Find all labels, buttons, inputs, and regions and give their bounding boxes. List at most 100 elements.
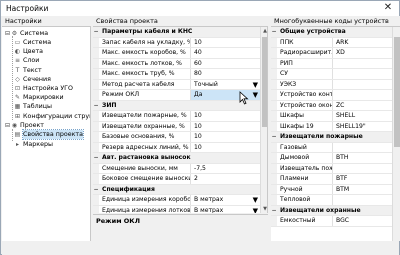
property-value[interactable]: XD [333, 48, 392, 58]
property-value[interactable] [333, 69, 392, 79]
property-row[interactable]: Радиорасширит... XD [271, 48, 392, 59]
property-value[interactable]: В метрах [191, 206, 260, 214]
property-value[interactable]: 40 [191, 48, 260, 58]
scroll-down-icon[interactable]: ▼ [261, 205, 267, 213]
dropdown-arrow-icon[interactable]: ▼ [253, 206, 258, 214]
property-row[interactable]: Емкостный BGC [271, 216, 392, 227]
property-value[interactable] [333, 143, 392, 153]
property-value[interactable]: BTM [333, 185, 392, 195]
property-value[interactable]: BTH [333, 153, 392, 163]
tree-node-item[interactable]: ◇ Сечения [14, 75, 51, 84]
property-value[interactable]: 60 [191, 59, 260, 69]
property-value[interactable] [333, 59, 392, 69]
category-security-detectors[interactable]: − Извещатели охранные [271, 205, 392, 216]
property-row[interactable]: УЭКЗ [271, 79, 392, 90]
property-name: Макс. емкость труб, % [99, 69, 191, 79]
property-value[interactable]: 2 [191, 174, 260, 184]
tree-node-item[interactable]: ⊡ Настройка УГО [14, 84, 73, 93]
dropdown-arrow-icon[interactable]: ▼ [253, 80, 258, 90]
property-row[interactable]: Смещение выноски, мм -7,5 [93, 163, 260, 174]
property-row[interactable]: Боковое смещение выноски, мм2 [93, 174, 260, 185]
property-row[interactable]: Устройство конт... [271, 90, 392, 101]
property-value[interactable]: 80 [191, 69, 260, 79]
property-value[interactable] [333, 90, 392, 100]
property-row[interactable]: ППК ARK [271, 37, 392, 48]
tree-node-item[interactable]: ▦ Таблицы [14, 102, 52, 111]
property-value[interactable]: -7,5 [191, 164, 260, 174]
property-row[interactable]: Запас кабеля на укладку, % 10 [93, 37, 260, 48]
monitor-icon: ▭ [14, 39, 21, 46]
property-row[interactable]: Извещатель пож... [271, 163, 392, 174]
tree-node-item[interactable]: ✎ Маркировки [14, 93, 64, 102]
property-row[interactable]: Режим ОКЛ Да ▼ [93, 90, 260, 101]
property-value[interactable]: 10 [191, 111, 260, 121]
property-row[interactable]: Метод расчета кабеля Точный ▼ [93, 79, 260, 90]
property-value[interactable]: BTF [333, 174, 392, 184]
dropdown-arrow-icon[interactable]: ▼ [253, 195, 258, 205]
property-value[interactable] [333, 80, 392, 90]
close-icon[interactable]: ✕ [381, 2, 395, 14]
property-row[interactable]: Макс. емкость лотков, % 60 [93, 58, 260, 69]
property-row[interactable]: Ручной BTM [271, 184, 392, 195]
tree-node-item[interactable]: ◐ Цвета [14, 47, 43, 56]
codes-scrollbar[interactable] [392, 27, 400, 241]
category-cable[interactable]: − Параметры кабеля и КНС [93, 27, 260, 38]
property-row[interactable]: Резерв адресных линий, % 10 [93, 142, 260, 153]
collapse-icon[interactable]: ⊟ [4, 121, 11, 130]
bottom-bar [2, 241, 399, 255]
property-value[interactable]: Точный [191, 80, 260, 90]
property-value[interactable]: Да [191, 90, 260, 100]
property-row[interactable]: Макс. емкость труб, % 80 [93, 69, 260, 80]
property-row[interactable]: Тепловой [271, 195, 392, 206]
tree-node-system[interactable]: ⊟ ⚙ Система [4, 29, 48, 38]
property-row[interactable]: Шкафы SHELL [271, 111, 392, 122]
scroll-thumb[interactable] [394, 37, 400, 147]
property-value[interactable]: 10 [191, 143, 260, 153]
tree-node-project-item[interactable]: ▸ Маркеры [14, 140, 53, 149]
scroll-thumb[interactable] [262, 37, 267, 127]
category-callouts[interactable]: − Авт. растановка выносок [93, 153, 260, 164]
tree-node-item[interactable]: T Текст [14, 66, 42, 75]
category-specification[interactable]: − Спецификация [93, 184, 260, 195]
property-value[interactable]: 10 [191, 132, 260, 142]
tree-node-item[interactable]: ▭ Система [14, 38, 51, 47]
property-row[interactable]: Извещатели охранные, % 10 [93, 121, 260, 132]
property-row[interactable]: СУ [271, 69, 392, 80]
property-row[interactable]: РИП [271, 58, 392, 69]
property-value[interactable]: 10 [191, 122, 260, 132]
props-scrollbar[interactable]: ▲ ▼ [260, 27, 267, 213]
dropdown-arrow-icon[interactable]: ▼ [253, 90, 258, 100]
property-row[interactable]: Единица измерения коробов В метрах ▼ [93, 195, 260, 206]
tree-node-project-item[interactable]: ▤ Свойства проекта [14, 129, 84, 140]
collapse-icon[interactable]: ⊟ [4, 29, 11, 38]
device-codes-grid: − Общие устройства ППК ARK Радиорасширит... X… [271, 27, 400, 241]
properties-grid: − Параметры кабеля и КНС Запас кабеля на у… [93, 27, 268, 213]
property-value[interactable]: SHELL [333, 111, 392, 121]
property-row[interactable]: Макс. емкость коробов, % 40 [93, 48, 260, 59]
property-value[interactable]: SHELL19" [333, 122, 392, 132]
property-value[interactable] [333, 164, 392, 174]
property-value[interactable]: В метрах [191, 195, 260, 205]
property-row[interactable]: Шкафы 19 SHELL19" [271, 121, 392, 132]
scroll-up-icon[interactable]: ▲ [261, 27, 267, 35]
category-fire-detectors[interactable]: − Извещатели пожарные [271, 132, 392, 143]
property-name: Дымовой [277, 153, 333, 163]
property-row[interactable]: Устройство окон...ZC [271, 100, 392, 111]
property-row[interactable]: Пламени BTF [271, 174, 392, 185]
tree-node-item[interactable]: ≡ Слои [14, 56, 39, 65]
category-zip[interactable]: − ЗИП [93, 100, 260, 111]
category-general-devices[interactable]: − Общие устройства [271, 27, 392, 38]
property-row[interactable]: Базовые основания, % 10 [93, 132, 260, 143]
property-value[interactable]: ZC [333, 101, 392, 111]
tree-node-project[interactable]: ⊟ ◉ Проект [4, 121, 44, 130]
property-value[interactable]: ARK [333, 38, 392, 48]
property-row[interactable]: Извещатели пожарные, % 10 [93, 111, 260, 122]
property-value[interactable]: BGC [333, 216, 392, 226]
property-name: Режим ОКЛ [99, 90, 191, 100]
property-value[interactable] [333, 195, 392, 205]
property-row[interactable]: Газовый [271, 142, 392, 153]
property-row[interactable]: Единица измерения лотков В метрах ▼ [93, 205, 260, 214]
tree-node-item[interactable]: ⊞ Конфигурации структ [14, 112, 90, 121]
property-value[interactable]: 10 [191, 38, 260, 48]
property-row[interactable]: Дымовой BTH [271, 153, 392, 164]
